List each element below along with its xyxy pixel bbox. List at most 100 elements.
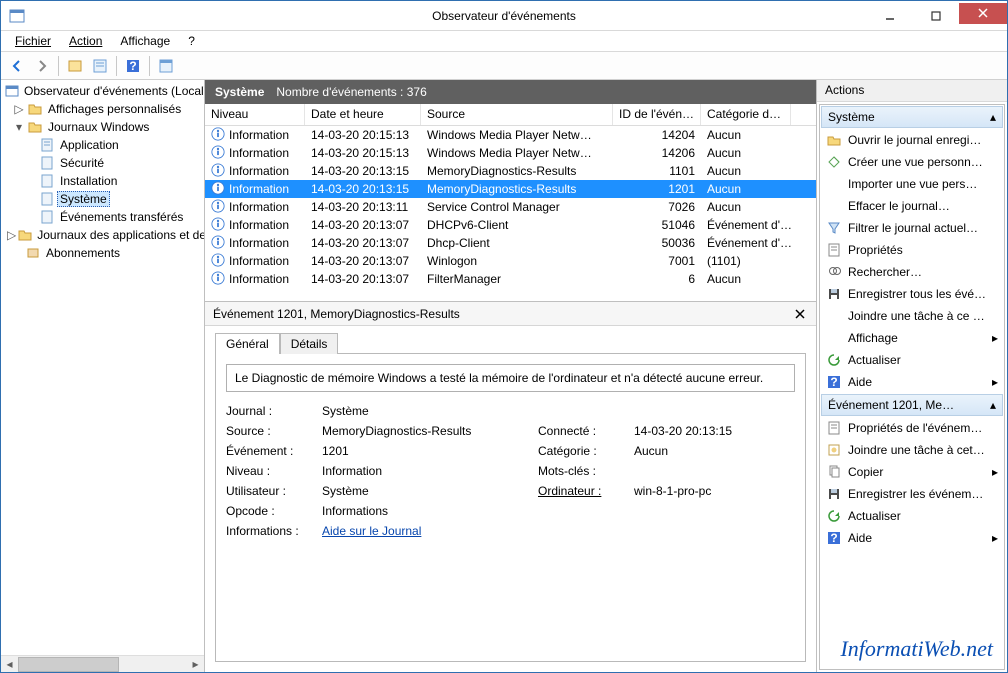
action-icon: [826, 176, 842, 192]
tree-forwarded[interactable]: Événements transférés: [3, 208, 202, 226]
tree-application[interactable]: Application: [3, 136, 202, 154]
actions-section-event[interactable]: Événement 1201, Me… ▴: [821, 394, 1003, 416]
scroll-right-icon[interactable]: ▸: [187, 656, 204, 673]
table-row[interactable]: Information14-03-20 20:13:15MemoryDiagno…: [205, 162, 816, 180]
action-item[interactable]: Affichage▸: [820, 327, 1004, 349]
log-title: Système: [215, 85, 264, 99]
action-icon: [826, 198, 842, 214]
field-eventid-value: 1201: [322, 444, 532, 458]
table-row[interactable]: Information14-03-20 20:15:13Windows Medi…: [205, 126, 816, 144]
action-item[interactable]: Importer une vue pers…: [820, 173, 1004, 195]
forward-button[interactable]: [30, 54, 54, 78]
field-opcode-label: Opcode :: [226, 504, 316, 518]
action-item[interactable]: Effacer le journal…: [820, 195, 1004, 217]
collapse-icon[interactable]: ▾: [13, 121, 25, 133]
action-item[interactable]: Enregistrer tous les évé…: [820, 283, 1004, 305]
table-row[interactable]: Information14-03-20 20:13:15MemoryDiagno…: [205, 180, 816, 198]
field-level-label: Niveau :: [226, 464, 316, 478]
menubar: Fichier Action Affichage ?: [1, 31, 1007, 52]
tree-scrollbar[interactable]: ◂ ▸: [1, 655, 204, 672]
action-item[interactable]: Propriétés de l'événem…: [820, 417, 1004, 439]
help-log-link[interactable]: Aide sur le Journal: [322, 524, 421, 538]
help-button[interactable]: ?: [121, 54, 145, 78]
col-eventid[interactable]: ID de l'événe…: [613, 104, 701, 125]
action-item[interactable]: Joindre une tâche à cet…: [820, 439, 1004, 461]
action-item[interactable]: Enregistrer les événem…: [820, 483, 1004, 505]
detail-body: Le Diagnostic de mémoire Windows a testé…: [215, 353, 806, 662]
expand-icon[interactable]: ▷: [13, 103, 25, 115]
action-item[interactable]: Filtrer le journal actuel…: [820, 217, 1004, 239]
info-icon: [211, 217, 225, 234]
field-computer-label: Ordinateur :: [538, 484, 628, 498]
action-item[interactable]: ?Aide▸: [820, 371, 1004, 393]
tree-root[interactable]: Observateur d'événements (Local): [3, 82, 202, 100]
col-level[interactable]: Niveau: [205, 104, 305, 125]
action-item[interactable]: ?Aide▸: [820, 527, 1004, 549]
field-computer-value: win-8-1-pro-pc: [634, 484, 806, 498]
chevron-up-icon: ▴: [990, 398, 996, 412]
table-row[interactable]: Information14-03-20 20:13:11Service Cont…: [205, 198, 816, 216]
col-category[interactable]: Catégorie de l…: [701, 104, 791, 125]
maximize-button[interactable]: [913, 3, 959, 29]
tab-general[interactable]: Général: [215, 333, 280, 354]
main-area: Observateur d'événements (Local) ▷ Affic…: [1, 80, 1007, 672]
menu-action[interactable]: Action: [61, 32, 110, 50]
field-category-value: Aucun: [634, 444, 806, 458]
grid-body[interactable]: Information14-03-20 20:15:13Windows Medi…: [205, 126, 816, 301]
action-item[interactable]: Créer une vue personn…: [820, 151, 1004, 173]
actions-section-system[interactable]: Système ▴: [821, 106, 1003, 128]
tab-details[interactable]: Détails: [280, 333, 339, 354]
menu-file[interactable]: Fichier: [7, 32, 59, 50]
menu-help[interactable]: ?: [180, 32, 203, 50]
action-item[interactable]: Copier▸: [820, 461, 1004, 483]
tree-app-service-logs[interactable]: ▷ Journaux des applications et des servi…: [3, 226, 202, 244]
tree-security[interactable]: Sécurité: [3, 154, 202, 172]
action-item[interactable]: Actualiser: [820, 349, 1004, 371]
action-item[interactable]: Ouvrir le journal enregi…: [820, 129, 1004, 151]
detail-close-button[interactable]: [792, 306, 808, 322]
log-icon: [39, 137, 55, 153]
panel-button[interactable]: [154, 54, 178, 78]
properties-button[interactable]: [88, 54, 112, 78]
table-row[interactable]: Information14-03-20 20:13:07FilterManage…: [205, 270, 816, 288]
field-source-label: Source :: [226, 424, 316, 438]
tree-windows-logs[interactable]: ▾ Journaux Windows: [3, 118, 202, 136]
tree-setup[interactable]: Installation: [3, 172, 202, 190]
tree-custom-views[interactable]: ▷ Affichages personnalisés: [3, 100, 202, 118]
action-item[interactable]: Rechercher…: [820, 261, 1004, 283]
separator-icon: [149, 56, 150, 76]
show-tree-button[interactable]: [63, 54, 87, 78]
table-row[interactable]: Information14-03-20 20:13:07Dhcp-Client5…: [205, 234, 816, 252]
log-icon: [39, 209, 55, 225]
event-viewer-window: Observateur d'événements Fichier Action …: [0, 0, 1008, 673]
log-icon: [39, 155, 55, 171]
col-source[interactable]: Source: [421, 104, 613, 125]
tree-system[interactable]: Système: [3, 190, 202, 208]
table-row[interactable]: Information14-03-20 20:13:07DHCPv6-Clien…: [205, 216, 816, 234]
minimize-button[interactable]: [867, 3, 913, 29]
action-icon: [826, 352, 842, 368]
subscriptions-icon: [25, 245, 41, 261]
actions-header: Actions: [817, 80, 1007, 102]
expand-icon[interactable]: ▷: [7, 229, 16, 241]
tree[interactable]: Observateur d'événements (Local) ▷ Affic…: [1, 80, 204, 655]
col-date[interactable]: Date et heure: [305, 104, 421, 125]
info-icon: [211, 163, 225, 180]
back-button[interactable]: [5, 54, 29, 78]
center-header: Système Nombre d'événements : 376: [205, 80, 816, 104]
close-button[interactable]: [959, 3, 1007, 24]
table-row[interactable]: Information14-03-20 20:13:07Winlogon7001…: [205, 252, 816, 270]
table-row[interactable]: Information14-03-20 20:15:13Windows Medi…: [205, 144, 816, 162]
scroll-thumb[interactable]: [18, 657, 119, 672]
action-item[interactable]: Joindre une tâche à ce …: [820, 305, 1004, 327]
info-icon: [211, 235, 225, 252]
scroll-left-icon[interactable]: ◂: [1, 656, 18, 673]
tree-subscriptions[interactable]: Abonnements: [3, 244, 202, 262]
info-icon: [211, 181, 225, 198]
action-item[interactable]: Propriétés: [820, 239, 1004, 261]
field-connected-value: 14-03-20 20:13:15: [634, 424, 806, 438]
field-level-value: Information: [322, 464, 532, 478]
field-journal-label: Journal :: [226, 404, 316, 418]
action-item[interactable]: Actualiser: [820, 505, 1004, 527]
menu-view[interactable]: Affichage: [112, 32, 178, 50]
